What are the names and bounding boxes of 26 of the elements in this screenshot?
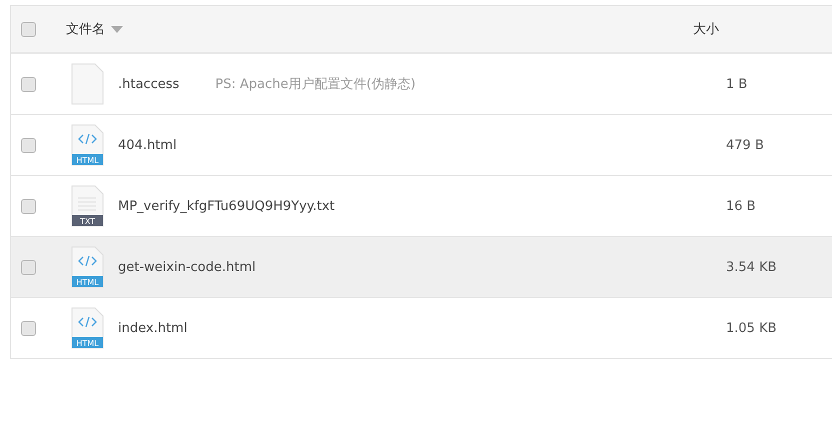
sort-caret-icon[interactable] xyxy=(111,26,123,32)
file-note: PS: Apache用户配置文件(伪静态) xyxy=(215,76,416,93)
file-name[interactable]: index.html xyxy=(118,320,188,336)
row-checkbox[interactable] xyxy=(21,138,36,152)
file-size: 16 B xyxy=(726,198,756,214)
text-file-icon: TXT xyxy=(71,185,104,227)
file-name[interactable]: MP_verify_kfgFTu69UQ9H9Yyy.txt xyxy=(118,198,335,214)
name-column-header[interactable]: 文件名 xyxy=(66,20,105,38)
file-size: 1 B xyxy=(726,76,748,92)
blank-file-icon xyxy=(71,63,104,105)
html-file-icon: HTML xyxy=(71,307,104,349)
file-name[interactable]: get-weixin-code.html xyxy=(118,260,256,274)
file-size: 1.05 KB xyxy=(726,320,777,336)
row-checkbox[interactable] xyxy=(21,76,36,92)
file-size: 3.54 KB xyxy=(726,260,777,274)
html-file-icon: HTML xyxy=(71,124,104,166)
file-row[interactable]: HTML get-weixin-code.html 3.54 KB xyxy=(11,237,832,298)
file-name[interactable]: 404.html xyxy=(118,138,177,152)
html-file-icon: HTML xyxy=(71,246,104,288)
file-name[interactable]: .htaccess xyxy=(118,76,180,92)
row-checkbox[interactable] xyxy=(21,198,36,214)
size-column-header[interactable]: 大小 xyxy=(693,20,719,38)
select-all-checkbox[interactable] xyxy=(21,22,36,36)
row-checkbox[interactable] xyxy=(21,260,36,274)
file-size: 479 B xyxy=(726,138,764,152)
row-checkbox[interactable] xyxy=(21,320,36,336)
